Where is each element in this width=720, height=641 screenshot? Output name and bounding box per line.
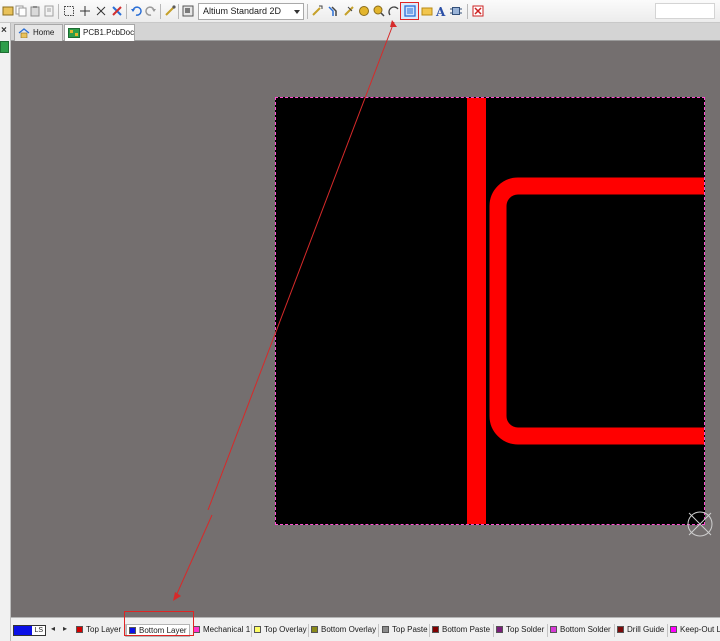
vertical-track <box>467 98 486 524</box>
layer-tab-bottom-solder[interactable]: Bottom Solder <box>548 624 615 637</box>
tab-home[interactable]: Home <box>14 24 63 41</box>
layer-tab-top-overlay[interactable]: Top Overlay <box>252 624 309 637</box>
layer-tab-label: Top Solder <box>506 625 545 634</box>
svg-text:A: A <box>435 5 446 17</box>
board-insight-icon[interactable] <box>180 3 196 19</box>
layer-tab-label: Bottom Solder <box>560 625 611 634</box>
close-icon[interactable]: × <box>1 25 7 36</box>
layer-tab-label: Keep-Out L <box>680 625 720 634</box>
interactive-route-icon[interactable] <box>309 3 325 19</box>
jump-icon[interactable] <box>162 3 178 19</box>
board-graphics <box>467 98 704 524</box>
layer-color-swatch <box>432 626 439 633</box>
cut-icon[interactable] <box>41 3 57 19</box>
layer-tab-label: Drill Guide <box>627 625 665 634</box>
layer-tab-top-paste[interactable]: Top Paste <box>380 624 430 637</box>
origin-marker-icon <box>687 511 713 537</box>
place-string-icon[interactable]: A <box>433 3 449 19</box>
move-icon[interactable] <box>77 3 93 19</box>
board-outline <box>275 97 705 525</box>
layer-tab-bottom-layer[interactable]: Bottom Layer <box>126 624 190 637</box>
pcb-canvas[interactable] <box>11 41 720 617</box>
layer-color-swatch <box>382 626 389 633</box>
pcb-doc-icon <box>68 28 80 38</box>
layer-tab-label: Bottom Overlay <box>321 625 377 634</box>
layer-color-swatch <box>617 626 624 633</box>
layer-tab-label: Bottom Paste <box>442 625 491 634</box>
layer-color-swatch <box>193 626 200 633</box>
view-mode-select[interactable]: Altium Standard 2D <box>198 3 304 20</box>
layer-color-swatch <box>76 626 83 633</box>
deselect-icon[interactable] <box>109 3 125 19</box>
place-via-icon[interactable] <box>356 3 372 19</box>
panel-icon[interactable] <box>0 41 9 53</box>
rounded-track <box>489 177 704 445</box>
left-panel-strip: × <box>0 23 11 641</box>
layer-color-swatch <box>670 626 677 633</box>
layer-tab-label: Mechanical 1 <box>203 625 251 634</box>
scroll-right-icon[interactable]: ▸ <box>63 624 67 633</box>
layer-color-swatch <box>129 627 136 634</box>
layer-tab-label: Bottom Layer <box>139 626 187 635</box>
main-toolbar: Altium Standard 2D A <box>0 0 720 23</box>
view-mode-label: Altium Standard 2D <box>203 6 282 16</box>
layer-tab-mechanical-1[interactable]: Mechanical 1 <box>191 624 252 637</box>
layer-tab-label: Top Paste <box>392 625 428 634</box>
toolbar-search-field[interactable] <box>655 3 715 19</box>
layer-tab-label: Top Layer <box>86 625 122 634</box>
layer-tab-top-solder[interactable]: Top Solder <box>494 624 548 637</box>
layer-color-swatch <box>254 626 261 633</box>
place-component-icon[interactable] <box>448 3 464 19</box>
place-region-icon[interactable] <box>402 3 418 19</box>
layer-tab-top-layer[interactable]: Top Layer <box>74 624 126 637</box>
select-rect-icon[interactable] <box>61 3 77 19</box>
layer-tab-bottom-paste[interactable]: Bottom Paste <box>430 624 494 637</box>
layer-tab-keep-out[interactable]: Keep-Out L <box>668 624 720 637</box>
drc-clear-icon[interactable] <box>470 3 486 19</box>
place-pad-icon[interactable] <box>371 3 387 19</box>
diff-pair-route-icon[interactable] <box>325 3 341 19</box>
layer-color-swatch <box>496 626 503 633</box>
current-layer-indicator[interactable]: LS <box>13 625 46 636</box>
tab-pcb-document[interactable]: PCB1.PcbDoc * <box>64 24 135 53</box>
layer-color-swatch <box>311 626 318 633</box>
layer-tab-label: Top Overlay <box>264 625 307 634</box>
tab-home-label: Home <box>33 28 55 37</box>
cross-select-icon[interactable] <box>93 3 109 19</box>
layer-color-swatch <box>550 626 557 633</box>
layer-tab-bar: LS ◂ ▸ Top Layer Bottom Layer Mechanical… <box>11 617 720 641</box>
multi-route-icon[interactable] <box>341 3 357 19</box>
current-layer-code: LS <box>32 626 45 635</box>
layer-tab-bottom-overlay[interactable]: Bottom Overlay <box>309 624 379 637</box>
undo-icon[interactable] <box>128 3 144 19</box>
document-tab-bar: Home PCB1.PcbDoc * <box>11 23 720 53</box>
home-icon <box>18 28 30 38</box>
scroll-left-icon[interactable]: ◂ <box>51 624 55 633</box>
chevron-down-icon <box>294 10 300 14</box>
redo-icon[interactable] <box>143 3 159 19</box>
layer-tab-drill-guide[interactable]: Drill Guide <box>615 624 668 637</box>
